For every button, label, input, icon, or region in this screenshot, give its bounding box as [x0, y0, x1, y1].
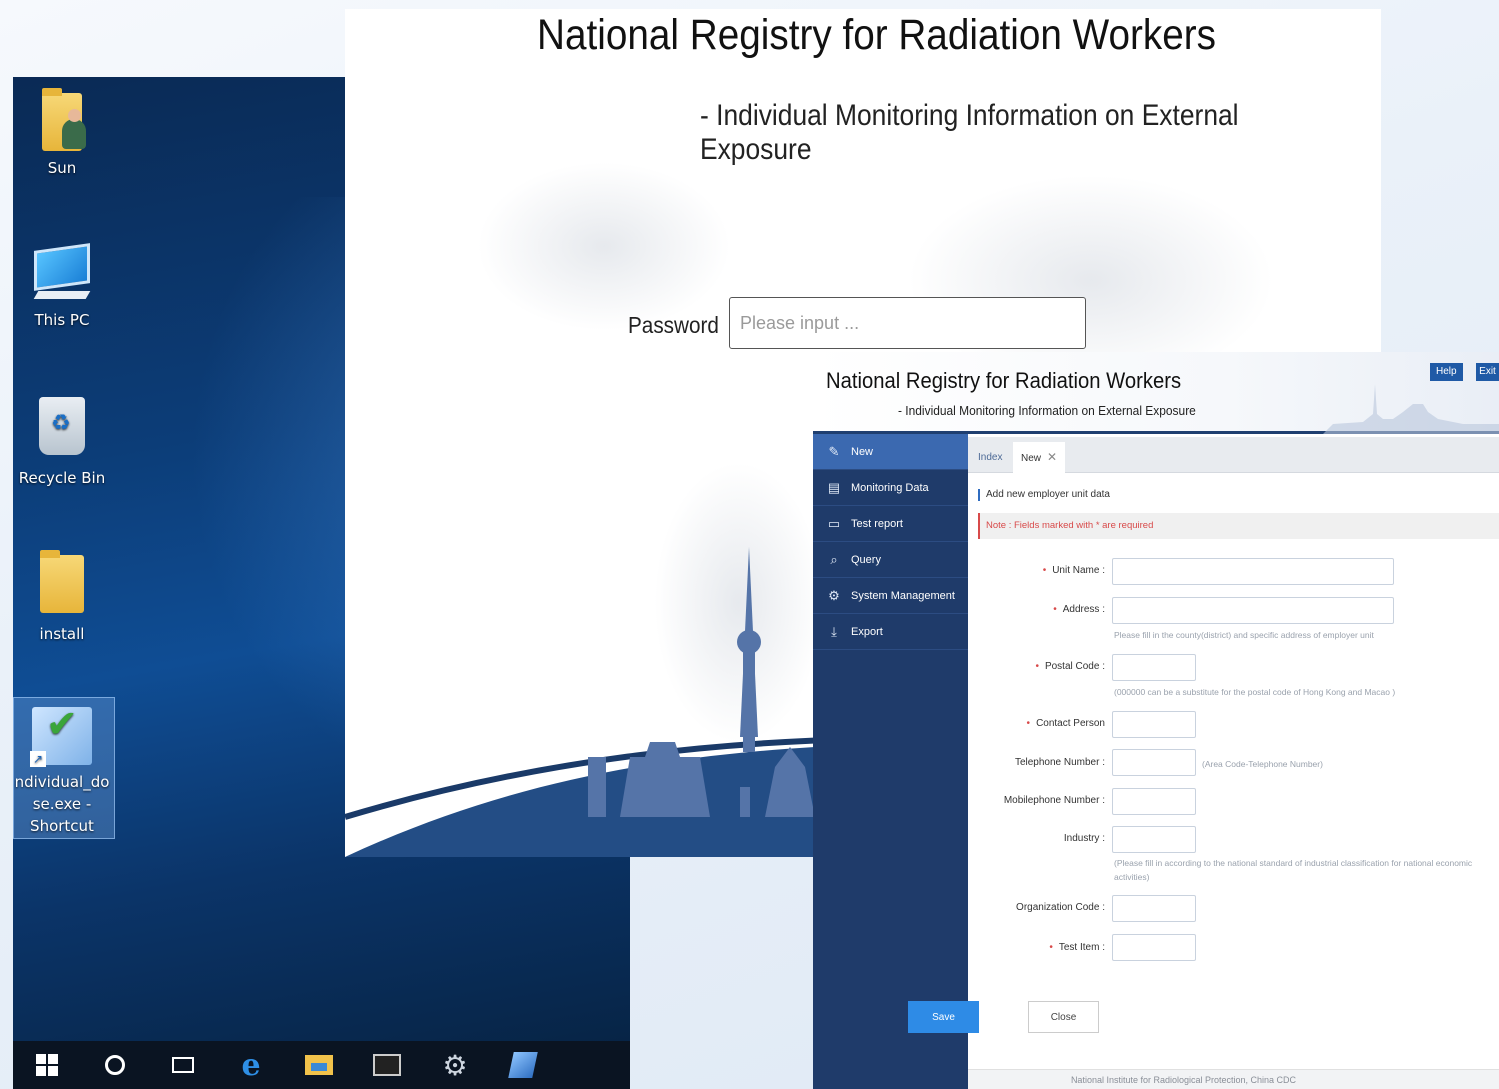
desktop-icon-install[interactable]: install: [13, 550, 111, 645]
app-subtitle: - Individual Monitoring Information on E…: [898, 403, 1196, 418]
file-explorer-icon: [305, 1055, 333, 1075]
contact-person-input[interactable]: [1112, 711, 1196, 738]
section-title: Add new employer unit data: [978, 489, 1110, 501]
edge-button[interactable]: e: [217, 1041, 285, 1089]
exit-button[interactable]: Exit: [1476, 363, 1499, 381]
start-button[interactable]: [13, 1041, 81, 1089]
sidebar-item-label: New: [851, 445, 874, 458]
search-icon: ⌕: [830, 551, 838, 567]
desktop-icon-label: Sun: [47, 159, 77, 177]
app-icon: [508, 1052, 538, 1078]
desktop-icon-label: install: [39, 625, 85, 643]
user-folder-icon: [42, 88, 86, 151]
file-explorer-button[interactable]: [285, 1041, 353, 1089]
desktop-icon-shortcut[interactable]: ↗ ndividual_do se.exe - Shortcut: [13, 707, 111, 837]
footer: National Institute for Radiological Prot…: [968, 1069, 1499, 1089]
test-item-input[interactable]: [1112, 934, 1196, 961]
desktop-icon-this-pc[interactable]: This PC: [13, 243, 111, 331]
download-icon: ⤓: [831, 623, 837, 639]
test-item-label: • Test Item :: [1049, 942, 1105, 953]
clipboard-icon: ▤: [827, 479, 841, 495]
edit-icon: ✎: [828, 443, 840, 459]
app-header: National Registry for Radiation Workers …: [813, 352, 1499, 434]
postal-code-hint: (000000 can be a substitute for the post…: [1114, 687, 1396, 697]
desktop-icon-label: Shortcut: [30, 817, 94, 835]
sidebar: ✎ New ▤ Monitoring Data ▭ Test report ⌕ …: [813, 434, 968, 1089]
close-icon[interactable]: ✕: [1047, 450, 1057, 464]
industry-input[interactable]: [1112, 826, 1196, 853]
desktop-icon-label: This PC: [34, 311, 90, 329]
settings-gear-icon: ⚙: [442, 1049, 468, 1081]
app-taskbar-button[interactable]: [489, 1041, 557, 1089]
organization-code-label: Organization Code :: [1016, 902, 1105, 913]
desktop-icon-recycle-bin[interactable]: Recycle Bin: [13, 397, 111, 489]
shortcut-arrow-icon: ↗: [30, 751, 46, 767]
desktop-icon-sun[interactable]: Sun: [13, 88, 111, 179]
edge-icon: e: [241, 1047, 261, 1083]
telephone-input[interactable]: [1112, 749, 1196, 776]
address-label: • Address :: [1053, 604, 1105, 615]
header-skyline-decoration: [1323, 384, 1499, 434]
unit-name-label: • Unit Name :: [1042, 565, 1105, 576]
cortana-icon: [105, 1055, 125, 1075]
desktop-icon-label: ndividual_do: [14, 773, 110, 791]
app-window: National Registry for Radiation Workers …: [813, 352, 1499, 1089]
terminal-icon: [373, 1054, 401, 1076]
form-content: Add new employer unit data Note : Fields…: [968, 473, 1499, 1069]
sidebar-item-label: Export: [851, 625, 883, 638]
unit-name-input[interactable]: [1112, 558, 1394, 585]
contact-person-label: • Contact Person: [1026, 718, 1105, 729]
address-hint: Please fill in the county(district) and …: [1114, 630, 1374, 640]
tab-bar: Index New ✕: [968, 437, 1499, 473]
password-label: Password: [628, 312, 719, 338]
mobile-label: Mobilephone Number :: [1003, 795, 1105, 806]
tab-index[interactable]: Index: [970, 442, 1010, 473]
tab-new[interactable]: New ✕: [1013, 442, 1066, 473]
mobile-input[interactable]: [1112, 788, 1196, 815]
sidebar-item-monitoring-data[interactable]: ▤ Monitoring Data: [813, 470, 968, 506]
sidebar-item-query[interactable]: ⌕ Query: [813, 542, 968, 578]
start-icon: [36, 1054, 58, 1076]
industry-hint: (Please fill in according to the nationa…: [1114, 858, 1473, 868]
sidebar-item-label: Test report: [851, 517, 903, 530]
telephone-label: Telephone Number :: [1014, 757, 1105, 768]
desktop-icon-label: Recycle Bin: [18, 469, 106, 487]
settings-button[interactable]: ⚙: [421, 1041, 489, 1089]
telephone-hint: (Area Code-Telephone Number): [1202, 759, 1323, 769]
postal-code-input[interactable]: [1112, 654, 1196, 681]
tab-label: New: [1021, 453, 1042, 464]
this-pc-icon: [33, 243, 91, 299]
login-subtitle: - Individual Monitoring Information on E…: [700, 99, 1239, 166]
gear-icon: ⚙: [828, 587, 840, 603]
sidebar-item-system-management[interactable]: ⚙ System Management: [813, 578, 968, 614]
password-input[interactable]: [729, 297, 1086, 349]
sidebar-item-new[interactable]: ✎ New: [813, 434, 968, 470]
postal-code-label: • Postal Code :: [1035, 661, 1105, 672]
cortana-button[interactable]: [81, 1041, 149, 1089]
folder-icon: [40, 550, 84, 613]
task-view-icon: [172, 1057, 194, 1073]
close-button[interactable]: Close: [1028, 1001, 1099, 1033]
sidebar-item-label: Query: [851, 553, 881, 566]
terminal-button[interactable]: [353, 1041, 421, 1089]
sidebar-item-label: Monitoring Data: [851, 481, 929, 494]
app-shortcut-icon: ↗: [30, 707, 92, 767]
login-title: National Registry for Radiation Workers: [537, 11, 1216, 59]
address-input[interactable]: [1112, 597, 1394, 624]
industry-label: Industry :: [1063, 833, 1105, 844]
sidebar-item-test-report[interactable]: ▭ Test report: [813, 506, 968, 542]
save-button[interactable]: Save: [908, 1001, 979, 1033]
industry-hint-continued: activities): [1114, 872, 1150, 882]
recycle-bin-icon: [39, 397, 85, 455]
organization-code-input[interactable]: [1112, 895, 1196, 922]
sidebar-item-label: System Management: [851, 589, 955, 602]
sidebar-item-export[interactable]: ⤓ Export: [813, 614, 968, 650]
document-icon: ▭: [827, 515, 841, 531]
help-button[interactable]: Help: [1430, 363, 1463, 381]
app-title: National Registry for Radiation Workers: [826, 368, 1182, 393]
task-view-button[interactable]: [149, 1041, 217, 1089]
desktop-icon-label: se.exe -: [32, 795, 92, 813]
required-note: Note : Fields marked with * are required: [978, 513, 1499, 539]
taskbar: e ⚙: [13, 1041, 630, 1089]
